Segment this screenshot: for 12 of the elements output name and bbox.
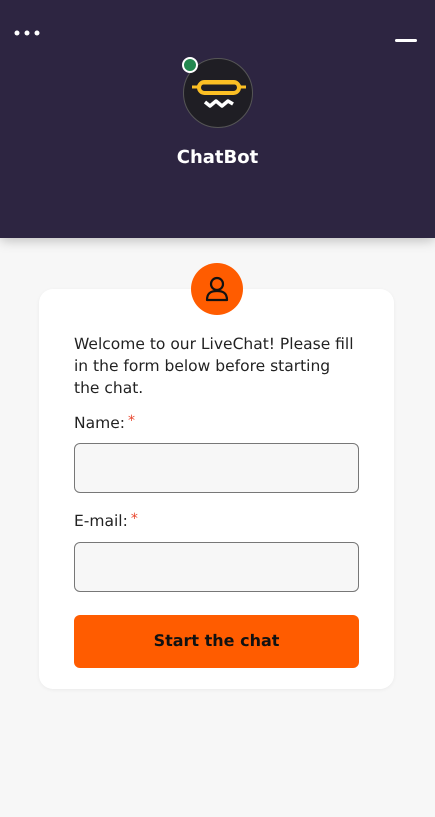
input-field[interactable] [74,542,359,592]
bot-name: ChatBot [176,146,258,170]
required-mark: * [128,413,135,429]
person-icon [204,276,230,302]
input-field[interactable] [74,443,359,494]
more-icon [14,30,40,36]
field-label: Name: [74,414,125,432]
start-chat-button[interactable]: Start the chat [74,614,359,668]
minimize-icon [395,39,417,42]
field-label: E-mail: [74,512,128,530]
required-mark: * [130,511,138,528]
welcome-text: Welcome to our LiveChat! Please fill in the form below before starting the chat. [74,334,355,399]
